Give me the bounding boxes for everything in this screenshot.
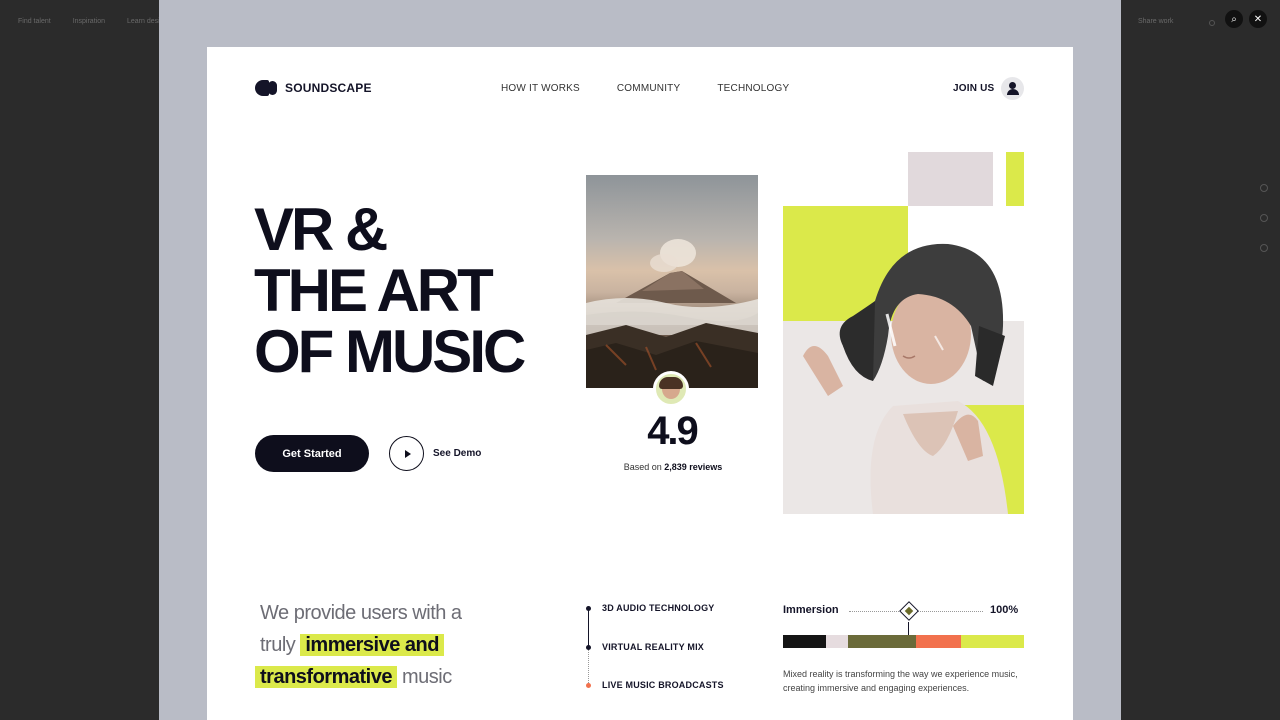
immersion-segment (826, 635, 849, 648)
vr-portrait-image (783, 206, 1024, 514)
soundscape-logo-icon (255, 80, 277, 96)
join-us-link[interactable]: JOIN US (953, 83, 994, 94)
logo[interactable]: SOUNDSCAPE (255, 80, 372, 96)
tagline-line: transformative music (255, 661, 462, 693)
feature-item[interactable]: 3D AUDIO TECHNOLOGY (586, 603, 724, 642)
bullet-icon (586, 683, 591, 688)
nav-technology[interactable]: TECHNOLOGY (717, 83, 789, 94)
immersion-segment (848, 635, 916, 648)
feature-label: VIRTUAL REALITY MIX (602, 641, 704, 652)
decor-block-lime (1006, 152, 1024, 206)
overlay-nav-item[interactable]: Inspiration (73, 18, 105, 25)
feature-label: 3D AUDIO TECHNOLOGY (602, 603, 715, 613)
play-icon[interactable] (389, 436, 424, 471)
immersion-value: 100% (990, 604, 1019, 616)
headline-line: VR & (254, 196, 388, 263)
feature-label: LIVE MUSIC BROADCASTS (602, 680, 724, 690)
headline-line: THE ART (254, 257, 494, 324)
reviews-prefix: Based on (623, 462, 662, 472)
rating-score: 4.9 (647, 409, 699, 453)
see-demo-button[interactable]: See Demo (389, 436, 481, 471)
immersion-segment (783, 635, 827, 648)
decor-block-pink (908, 152, 993, 206)
feature-item[interactable]: VIRTUAL REALITY MIX (586, 642, 724, 681)
bullet-icon (586, 606, 591, 611)
value-proposition: We provide users with a truly immersive … (255, 597, 462, 693)
immersion-label: Immersion (783, 604, 839, 616)
overlay-nav: Find talent Inspiration Learn design (18, 18, 167, 25)
immersion-description: Mixed reality is transforming the way we… (783, 669, 1018, 693)
immersion-marker (908, 622, 909, 635)
zoom-icon[interactable]: ⌕ (1225, 10, 1243, 28)
immersion-bar (783, 635, 1024, 648)
immersion-segment (961, 635, 1024, 648)
user-icon[interactable] (1001, 77, 1024, 100)
hero-headline: VR & THE ART OF MUSIC (254, 196, 526, 385)
nav-community[interactable]: COMMUNITY (617, 83, 680, 94)
get-started-button[interactable]: Get Started (255, 435, 369, 472)
see-demo-label: See Demo (433, 448, 482, 459)
headline-line: OF MUSIC (254, 318, 526, 385)
bullet-icon (586, 644, 591, 650)
tagline-line: We provide users with a (260, 602, 462, 624)
immersion-slider-handle[interactable] (899, 601, 919, 621)
tagline-highlight: immersive and (300, 634, 444, 656)
immersion-segment (915, 635, 962, 648)
landing-page: SOUNDSCAPE HOW IT WORKS COMMUNITY TECHNO… (207, 47, 1073, 720)
mountain-photo (586, 175, 758, 388)
share-work-link[interactable]: Share work (1138, 18, 1173, 25)
nav-how-it-works[interactable]: HOW IT WORKS (501, 83, 580, 94)
main-nav: HOW IT WORKS COMMUNITY TECHNOLOGY (501, 83, 789, 94)
tagline-line: truly immersive and (255, 629, 462, 661)
tagline-text: truly (260, 634, 296, 656)
comment-icon[interactable] (1260, 184, 1268, 192)
info-icon[interactable] (1260, 244, 1268, 252)
overlay-side-actions (1260, 184, 1268, 252)
reviewer-avatar (653, 371, 689, 407)
notification-icon[interactable] (1209, 20, 1215, 26)
feature-item[interactable]: LIVE MUSIC BROADCASTS (586, 680, 724, 719)
close-icon[interactable]: ✕ (1249, 10, 1267, 28)
brand-name: SOUNDSCAPE (285, 81, 372, 95)
share-icon[interactable] (1260, 214, 1268, 222)
reviews-caption: Based on 2,839 reviews (603, 462, 743, 472)
overlay-nav-item[interactable]: Find talent (18, 18, 51, 25)
tagline-text: music (402, 666, 452, 688)
reviews-count: 2,839 reviews (664, 462, 723, 472)
tagline-highlight: transformative (255, 666, 397, 688)
features-list: 3D AUDIO TECHNOLOGY VIRTUAL REALITY MIX … (586, 603, 724, 719)
